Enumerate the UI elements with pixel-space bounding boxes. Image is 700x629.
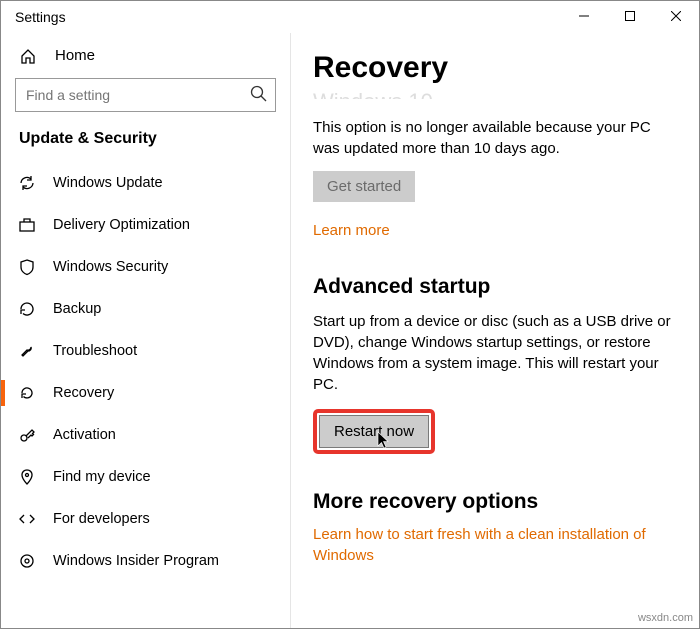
close-icon (671, 11, 681, 21)
location-icon (17, 468, 37, 486)
sidebar-item-label: Windows Security (53, 259, 168, 275)
cursor-icon (377, 431, 393, 451)
sidebar-item-label: Find my device (53, 469, 151, 485)
sidebar-item-recovery[interactable]: Recovery (1, 372, 290, 414)
page-title: Recovery (313, 51, 675, 85)
sidebar-item-backup[interactable]: Backup (1, 288, 290, 330)
sidebar-item-windows-security[interactable]: Windows Security (1, 246, 290, 288)
get-started-button: Get started (313, 171, 415, 202)
close-button[interactable] (653, 1, 699, 31)
search-wrap (15, 78, 276, 112)
delivery-icon (17, 216, 37, 234)
window-title: Settings (15, 9, 66, 25)
content-pane: Recovery Windows 10 This option is no lo… (291, 33, 699, 628)
wrench-icon (17, 342, 37, 360)
sidebar-item-activation[interactable]: Activation (1, 414, 290, 456)
sidebar-item-label: Recovery (53, 385, 114, 401)
recovery-icon (17, 384, 37, 402)
sidebar-item-label: Delivery Optimization (53, 217, 190, 233)
restart-highlight: Restart now (313, 409, 435, 454)
sidebar-item-troubleshoot[interactable]: Troubleshoot (1, 330, 290, 372)
fresh-install-link[interactable]: Learn how to start fresh with a clean in… (313, 524, 675, 566)
settings-window: Settings Home Update (0, 0, 700, 629)
nav-list: Windows Update Delivery Optimization Win… (1, 162, 290, 628)
window-controls (561, 1, 699, 31)
restart-now-button[interactable]: Restart now (319, 415, 429, 448)
advanced-startup-heading: Advanced startup (313, 275, 675, 299)
sidebar-item-delivery-optimization[interactable]: Delivery Optimization (1, 204, 290, 246)
learn-more-link[interactable]: Learn more (313, 222, 390, 239)
insider-icon (17, 552, 37, 570)
category-heading: Update & Security (1, 124, 290, 162)
advanced-startup-description: Start up from a device or disc (such as … (313, 311, 675, 395)
sidebar-item-for-developers[interactable]: For developers (1, 498, 290, 540)
truncated-prev-heading: Windows 10 (313, 89, 675, 99)
search-input[interactable] (15, 78, 276, 112)
minimize-button[interactable] (561, 1, 607, 31)
backup-icon (17, 300, 37, 318)
sidebar-item-label: Backup (53, 301, 101, 317)
home-nav[interactable]: Home (1, 37, 290, 74)
sidebar-item-label: Troubleshoot (53, 343, 137, 359)
minimize-icon (579, 11, 589, 21)
maximize-icon (625, 11, 635, 21)
sync-icon (17, 174, 37, 192)
shield-icon (17, 258, 37, 276)
sidebar-item-label: Windows Update (53, 175, 163, 191)
sidebar-item-find-my-device[interactable]: Find my device (1, 456, 290, 498)
sidebar-item-windows-update[interactable]: Windows Update (1, 162, 290, 204)
sidebar-item-label: For developers (53, 511, 150, 527)
watermark: wsxdn.com (638, 612, 693, 624)
sidebar-item-label: Windows Insider Program (53, 553, 219, 569)
code-icon (17, 510, 37, 528)
home-label: Home (55, 47, 95, 64)
key-icon (17, 426, 37, 444)
goback-description: This option is no longer available becau… (313, 117, 675, 159)
sidebar-item-windows-insider-program[interactable]: Windows Insider Program (1, 540, 290, 582)
maximize-button[interactable] (607, 1, 653, 31)
sidebar-item-label: Activation (53, 427, 116, 443)
sidebar: Home Update & Security Windows Update De… (1, 33, 291, 628)
more-recovery-heading: More recovery options (313, 490, 675, 514)
home-icon (19, 48, 37, 64)
search-icon[interactable] (250, 85, 268, 103)
